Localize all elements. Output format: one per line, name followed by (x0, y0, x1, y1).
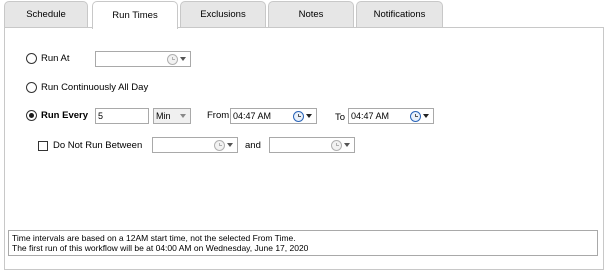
tab-schedule[interactable]: Schedule (4, 1, 88, 27)
radio-selected-dot (29, 113, 34, 118)
tab-exclusions-label: Exclusions (200, 9, 246, 20)
run-at-label: Run At (41, 53, 70, 64)
info-line-1: Time intervals are based on a 12AM start… (12, 233, 296, 243)
tab-notifications[interactable]: Notifications (356, 1, 443, 27)
from-label: From (207, 110, 230, 121)
tab-bar: Schedule Run Times Exclusions Notes Noti… (0, 0, 608, 29)
clock-icon (410, 110, 421, 122)
to-label: To (335, 112, 346, 123)
run-continuously-radio[interactable] (26, 82, 37, 93)
tab-notifications-label: Notifications (373, 9, 426, 20)
from-time-value: 04:47 AM (233, 111, 272, 121)
to-time-value: 04:47 AM (351, 111, 390, 121)
tab-schedule-label: Schedule (26, 9, 66, 20)
run-every-interval-input[interactable]: 5 (95, 108, 149, 124)
chevron-down-icon[interactable] (227, 143, 233, 147)
chevron-down-icon[interactable] (423, 114, 429, 118)
chevron-down-icon[interactable] (306, 114, 312, 118)
tab-run-times[interactable]: Run Times (92, 1, 178, 29)
run-every-radio[interactable] (26, 110, 37, 121)
run-continuously-label: Run Continuously All Day (41, 82, 149, 93)
run-every-unit-value: Min (156, 111, 171, 121)
clock-icon (214, 139, 225, 151)
clock-icon (293, 110, 304, 122)
do-not-run-end-picker[interactable] (269, 137, 355, 153)
info-line-2: The first run of this workflow will be a… (12, 243, 309, 253)
chevron-down-icon[interactable] (344, 143, 350, 147)
do-not-run-start-picker[interactable] (152, 137, 238, 153)
run-at-time-picker[interactable] (95, 51, 191, 67)
tab-run-times-label: Run Times (112, 10, 158, 21)
and-label: and (245, 140, 261, 151)
run-every-option[interactable]: Run Every (26, 110, 88, 121)
run-at-radio[interactable] (26, 53, 37, 64)
clock-icon (331, 139, 342, 151)
schedule-info-box: Time intervals are based on a 12AM start… (8, 230, 598, 256)
chevron-down-icon[interactable] (180, 114, 186, 118)
to-time-picker[interactable]: 04:47 AM (348, 108, 434, 124)
run-every-label: Run Every (41, 110, 88, 121)
from-time-picker[interactable]: 04:47 AM (230, 108, 317, 124)
run-every-interval-value: 5 (98, 111, 104, 121)
do-not-run-between-option[interactable]: Do Not Run Between (38, 140, 142, 151)
clock-icon (167, 53, 178, 65)
tab-notes[interactable]: Notes (268, 1, 354, 27)
run-every-unit-select[interactable]: Min (153, 108, 191, 124)
run-at-option[interactable]: Run At (26, 53, 70, 64)
tab-notes-label: Notes (298, 9, 324, 20)
run-continuously-option[interactable]: Run Continuously All Day (26, 82, 148, 93)
tab-exclusions[interactable]: Exclusions (180, 1, 266, 27)
do-not-run-between-checkbox[interactable] (38, 140, 48, 151)
do-not-run-between-label: Do Not Run Between (53, 140, 143, 151)
chevron-down-icon[interactable] (180, 57, 186, 61)
